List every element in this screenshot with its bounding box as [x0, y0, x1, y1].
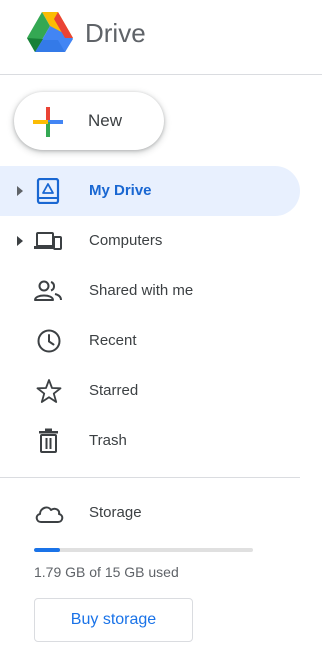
sidebar-item-storage[interactable]: Storage [0, 497, 300, 529]
sidebar-nav: My Drive Computers Shared with me Recent [0, 166, 322, 466]
app-header: Drive [0, 0, 322, 74]
new-button[interactable]: New [14, 92, 164, 150]
sidebar-item-label: Recent [89, 332, 137, 349]
storage-usage-fill [34, 548, 61, 552]
sidebar-item-label: My Drive [89, 182, 152, 199]
sidebar-item-my-drive[interactable]: My Drive [0, 166, 300, 216]
shared-people-icon [34, 280, 62, 301]
google-drive-logo-icon[interactable] [27, 12, 73, 54]
clock-icon [37, 329, 61, 353]
sidebar-item-label: Trash [89, 432, 127, 449]
my-drive-icon [36, 178, 60, 204]
app-name[interactable]: Drive [85, 16, 146, 50]
sidebar-item-starred[interactable]: Starred [0, 366, 300, 416]
header-divider [0, 74, 322, 75]
computers-icon [34, 232, 62, 250]
new-button-label: New [88, 111, 123, 130]
sidebar-item-recent[interactable]: Recent [0, 316, 300, 366]
expand-caret-icon[interactable] [16, 185, 24, 197]
plus-icon [33, 107, 63, 137]
expand-caret-icon[interactable] [16, 235, 24, 247]
star-icon [36, 379, 62, 403]
buy-storage-button[interactable]: Buy storage [34, 598, 193, 642]
nav-divider [0, 477, 300, 478]
storage-usage-bar [34, 548, 253, 552]
sidebar-item-shared-with-me[interactable]: Shared with me [0, 266, 300, 316]
trash-icon [39, 428, 58, 453]
sidebar-item-label: Computers [89, 232, 163, 249]
sidebar-item-trash[interactable]: Trash [0, 416, 300, 466]
storage-usage-text: 1.79 GB of 15 GB used [34, 564, 179, 580]
storage-label: Storage [89, 504, 142, 521]
sidebar-item-computers[interactable]: Computers [0, 216, 300, 266]
sidebar-item-label: Starred [89, 382, 139, 399]
sidebar-item-label: Shared with me [89, 282, 194, 299]
buy-storage-label: Buy storage [70, 611, 157, 628]
cloud-icon [35, 506, 64, 523]
